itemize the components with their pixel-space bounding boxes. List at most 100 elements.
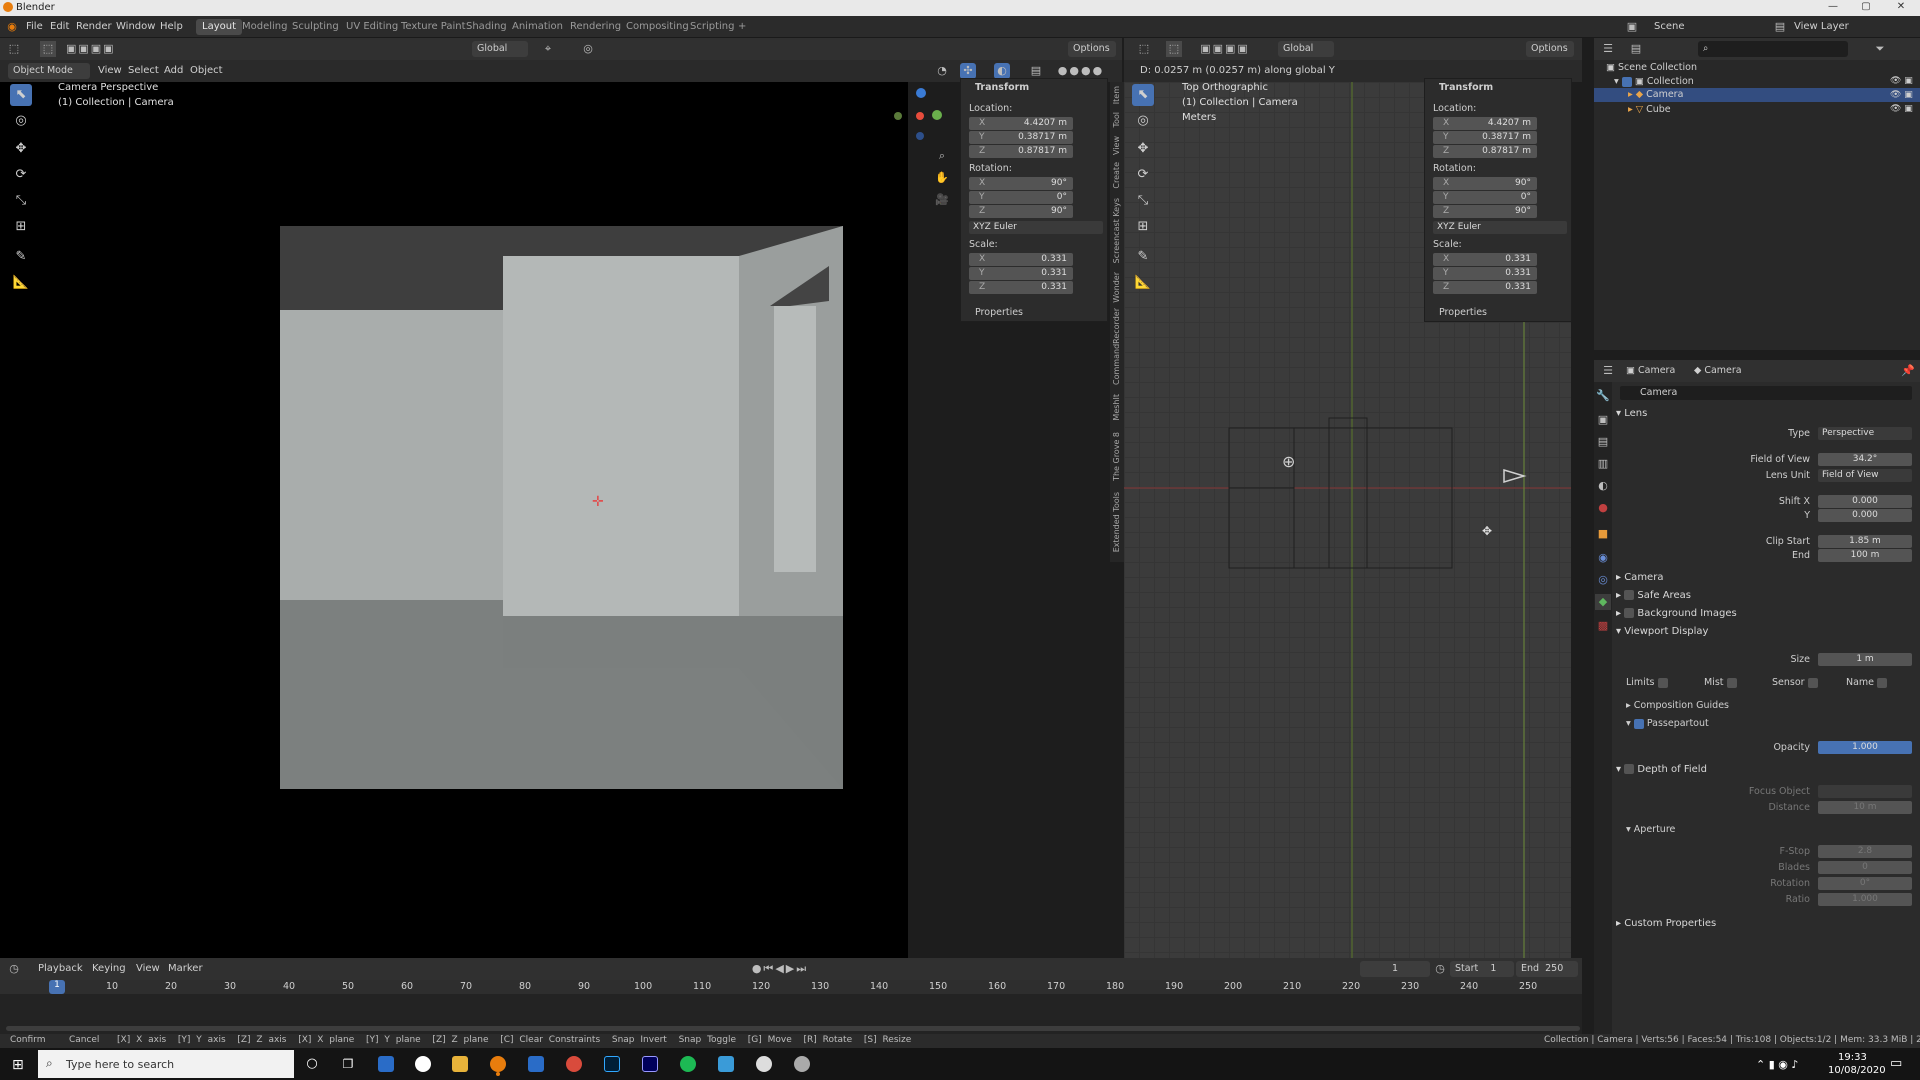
rotation-mode-dropdown-vp2[interactable]: XYZ Euler [1433, 221, 1567, 234]
app-icon-1[interactable] [378, 1056, 394, 1072]
app-icon-4[interactable] [756, 1056, 772, 1072]
display-size-field[interactable]: 1 m [1818, 653, 1912, 666]
camera-viewport[interactable]: Camera Perspective (1) Collection | Came… [0, 82, 949, 958]
scene-name[interactable]: Scene [1654, 21, 1685, 32]
menu-view[interactable]: View [98, 65, 122, 76]
outliner-camera-row[interactable]: ▸ ◆ Camera [1594, 88, 1920, 102]
view-layer-props-icon[interactable]: ▥ [1595, 456, 1611, 472]
focus-object-field[interactable] [1818, 785, 1912, 798]
lens-unit-dropdown[interactable]: Field of View [1818, 469, 1912, 482]
shift-y-field[interactable]: 0.000 [1818, 509, 1912, 522]
select-mode-icons-vp2[interactable]: ▣▣▣▣ [1190, 41, 1260, 57]
y-axis-icon[interactable] [932, 110, 942, 120]
transform-orientation-dropdown[interactable]: Global [472, 41, 528, 57]
ntab-grove[interactable]: The Grove 8 [1112, 432, 1121, 481]
bg-images-checkbox[interactable] [1624, 608, 1635, 618]
menu-add[interactable]: Add [164, 65, 183, 76]
name-checkbox[interactable] [1877, 677, 1888, 688]
world-props-icon[interactable]: ● [1595, 500, 1611, 516]
tab-sculpting[interactable]: Sculpting [286, 19, 345, 35]
menu-window[interactable]: Window [116, 21, 155, 32]
mist-checkbox[interactable] [1726, 677, 1737, 688]
menu-edit[interactable]: Edit [50, 21, 69, 32]
z-axis-icon[interactable] [916, 88, 926, 98]
blender-menu-icon[interactable]: ◉ [4, 19, 20, 35]
3d-cursor-icon-vp2[interactable]: ⊕ [1282, 452, 1295, 471]
ntab-create[interactable]: Create [1112, 162, 1121, 189]
annotate-tool-icon[interactable]: ✎ [10, 246, 32, 268]
neg-y-axis-icon[interactable] [894, 112, 902, 120]
measure-tool-icon[interactable]: 📐 [10, 272, 32, 294]
outliner-collection[interactable]: ▾ ▣ Collection [1614, 76, 1694, 87]
photoshop-icon[interactable] [604, 1056, 620, 1072]
scale-x-field[interactable]: X 0.331 [969, 253, 1073, 266]
blender-taskbar-icon[interactable] [490, 1056, 506, 1072]
outliner-editor-icon[interactable]: ☰ [1600, 41, 1616, 57]
x-axis-icon[interactable] [916, 112, 924, 120]
ntab-item[interactable]: Item [1112, 86, 1121, 104]
menu-object[interactable]: Object [190, 65, 223, 76]
camera-panel-header[interactable]: ▸ Camera [1616, 572, 1663, 583]
sensor-checkbox[interactable] [1807, 677, 1818, 688]
ntab-extended-tools[interactable]: Extended Tools [1112, 492, 1121, 552]
spotify-icon[interactable] [680, 1056, 696, 1072]
safe-areas-checkbox[interactable] [1624, 590, 1635, 600]
menu-marker[interactable]: Marker [168, 963, 203, 974]
location-y-field[interactable]: Y 0.38717 m [969, 131, 1073, 144]
bg-images-panel-header[interactable]: ▸ Background Images [1616, 608, 1737, 619]
menu-playback[interactable]: Playback [38, 963, 83, 974]
rotation-x-field-vp2[interactable]: X 90° [1433, 177, 1537, 190]
rotation-mode-dropdown[interactable]: XYZ Euler [969, 221, 1103, 234]
constraint-props-icon[interactable]: ◉ [1595, 550, 1611, 566]
pan-hand-icon[interactable]: ✋ [934, 170, 950, 186]
properties-subpanel[interactable]: Properties [975, 307, 1023, 318]
3d-cursor-icon[interactable]: ✛ [592, 494, 604, 510]
limits-checkbox[interactable] [1657, 677, 1668, 688]
object-mode-dropdown[interactable]: Object Mode [8, 63, 90, 79]
filter-icon[interactable]: ⏷ [1872, 41, 1888, 57]
menu-select[interactable]: Select [128, 65, 159, 76]
scale-x-field-vp2[interactable]: X 0.331 [1433, 253, 1537, 266]
tab-animation[interactable]: Animation [506, 19, 569, 35]
playhead[interactable]: 1 [49, 980, 65, 994]
menu-help[interactable]: Help [160, 21, 183, 32]
taskbar-search-input[interactable]: ⌕ Type here to search [38, 1050, 294, 1078]
rotation-y-field-vp2[interactable]: Y 0° [1433, 191, 1537, 204]
dof-panel-header[interactable]: ▾ Depth of Field [1616, 764, 1707, 775]
location-z-field[interactable]: Z 0.87817 m [969, 145, 1073, 158]
visibility-eye-icon-camera[interactable]: 👁 ▣ [1890, 90, 1913, 100]
lens-panel-header[interactable]: ▾ Lens [1616, 408, 1647, 419]
notifications-icon[interactable]: ▭ [1890, 1056, 1902, 1071]
visibility-eye-icon-cube[interactable]: 👁 ▣ [1890, 104, 1913, 114]
ntab-commandrecorder[interactable]: CommandRecorder [1112, 308, 1121, 385]
limits-toggle[interactable]: Limits [1626, 677, 1668, 688]
custom-properties-header[interactable]: ▸ Custom Properties [1616, 918, 1716, 929]
location-z-field-vp2[interactable]: Z 0.87817 m [1433, 145, 1537, 158]
passepartout-header[interactable]: ▾ Passepartout [1626, 718, 1709, 729]
clip-end-field[interactable]: 100 m [1818, 549, 1912, 562]
menu-file[interactable]: File [26, 21, 43, 32]
select-tool-icon-vp2[interactable]: ⬚ [1166, 41, 1182, 57]
clock-date[interactable]: 10/08/2020 [1828, 1065, 1886, 1076]
gizmo-toggle-icon[interactable]: ✣ [960, 63, 976, 79]
playback-controls-icon[interactable]: ●⏮◀▶⏭ [732, 961, 828, 977]
mist-toggle[interactable]: Mist [1704, 677, 1737, 688]
calculator-icon[interactable] [528, 1056, 544, 1072]
frame-ruler[interactable]: 1 10 20 30 40 50 60 70 80 90 100 110 120… [0, 980, 1582, 994]
move-tool-icon[interactable]: ✥ [10, 138, 32, 160]
proportional-icon[interactable]: ◎ [580, 41, 596, 57]
scale-y-field-vp2[interactable]: Y 0.331 [1433, 267, 1537, 280]
visibility-icon[interactable]: ◔ [934, 63, 950, 79]
ntab-screencast[interactable]: Screencast Keys [1112, 198, 1121, 263]
rotation-z-field[interactable]: Z 90° [969, 205, 1073, 218]
ntab-tool[interactable]: Tool [1112, 112, 1121, 128]
location-y-field-vp2[interactable]: Y 0.38717 m [1433, 131, 1537, 144]
texture-props-icon[interactable]: ▩ [1595, 618, 1611, 634]
clip-start-field[interactable]: 1.85 m [1818, 535, 1912, 548]
close-button[interactable]: ✕ [1888, 1, 1914, 12]
overlay-toggle-icon[interactable]: ◐ [994, 63, 1010, 79]
menu-render[interactable]: Render [76, 21, 112, 32]
pin-icon[interactable]: 📌 [1900, 363, 1916, 379]
premiere-icon[interactable] [642, 1056, 658, 1072]
current-frame-field[interactable]: 1 [1360, 961, 1430, 977]
